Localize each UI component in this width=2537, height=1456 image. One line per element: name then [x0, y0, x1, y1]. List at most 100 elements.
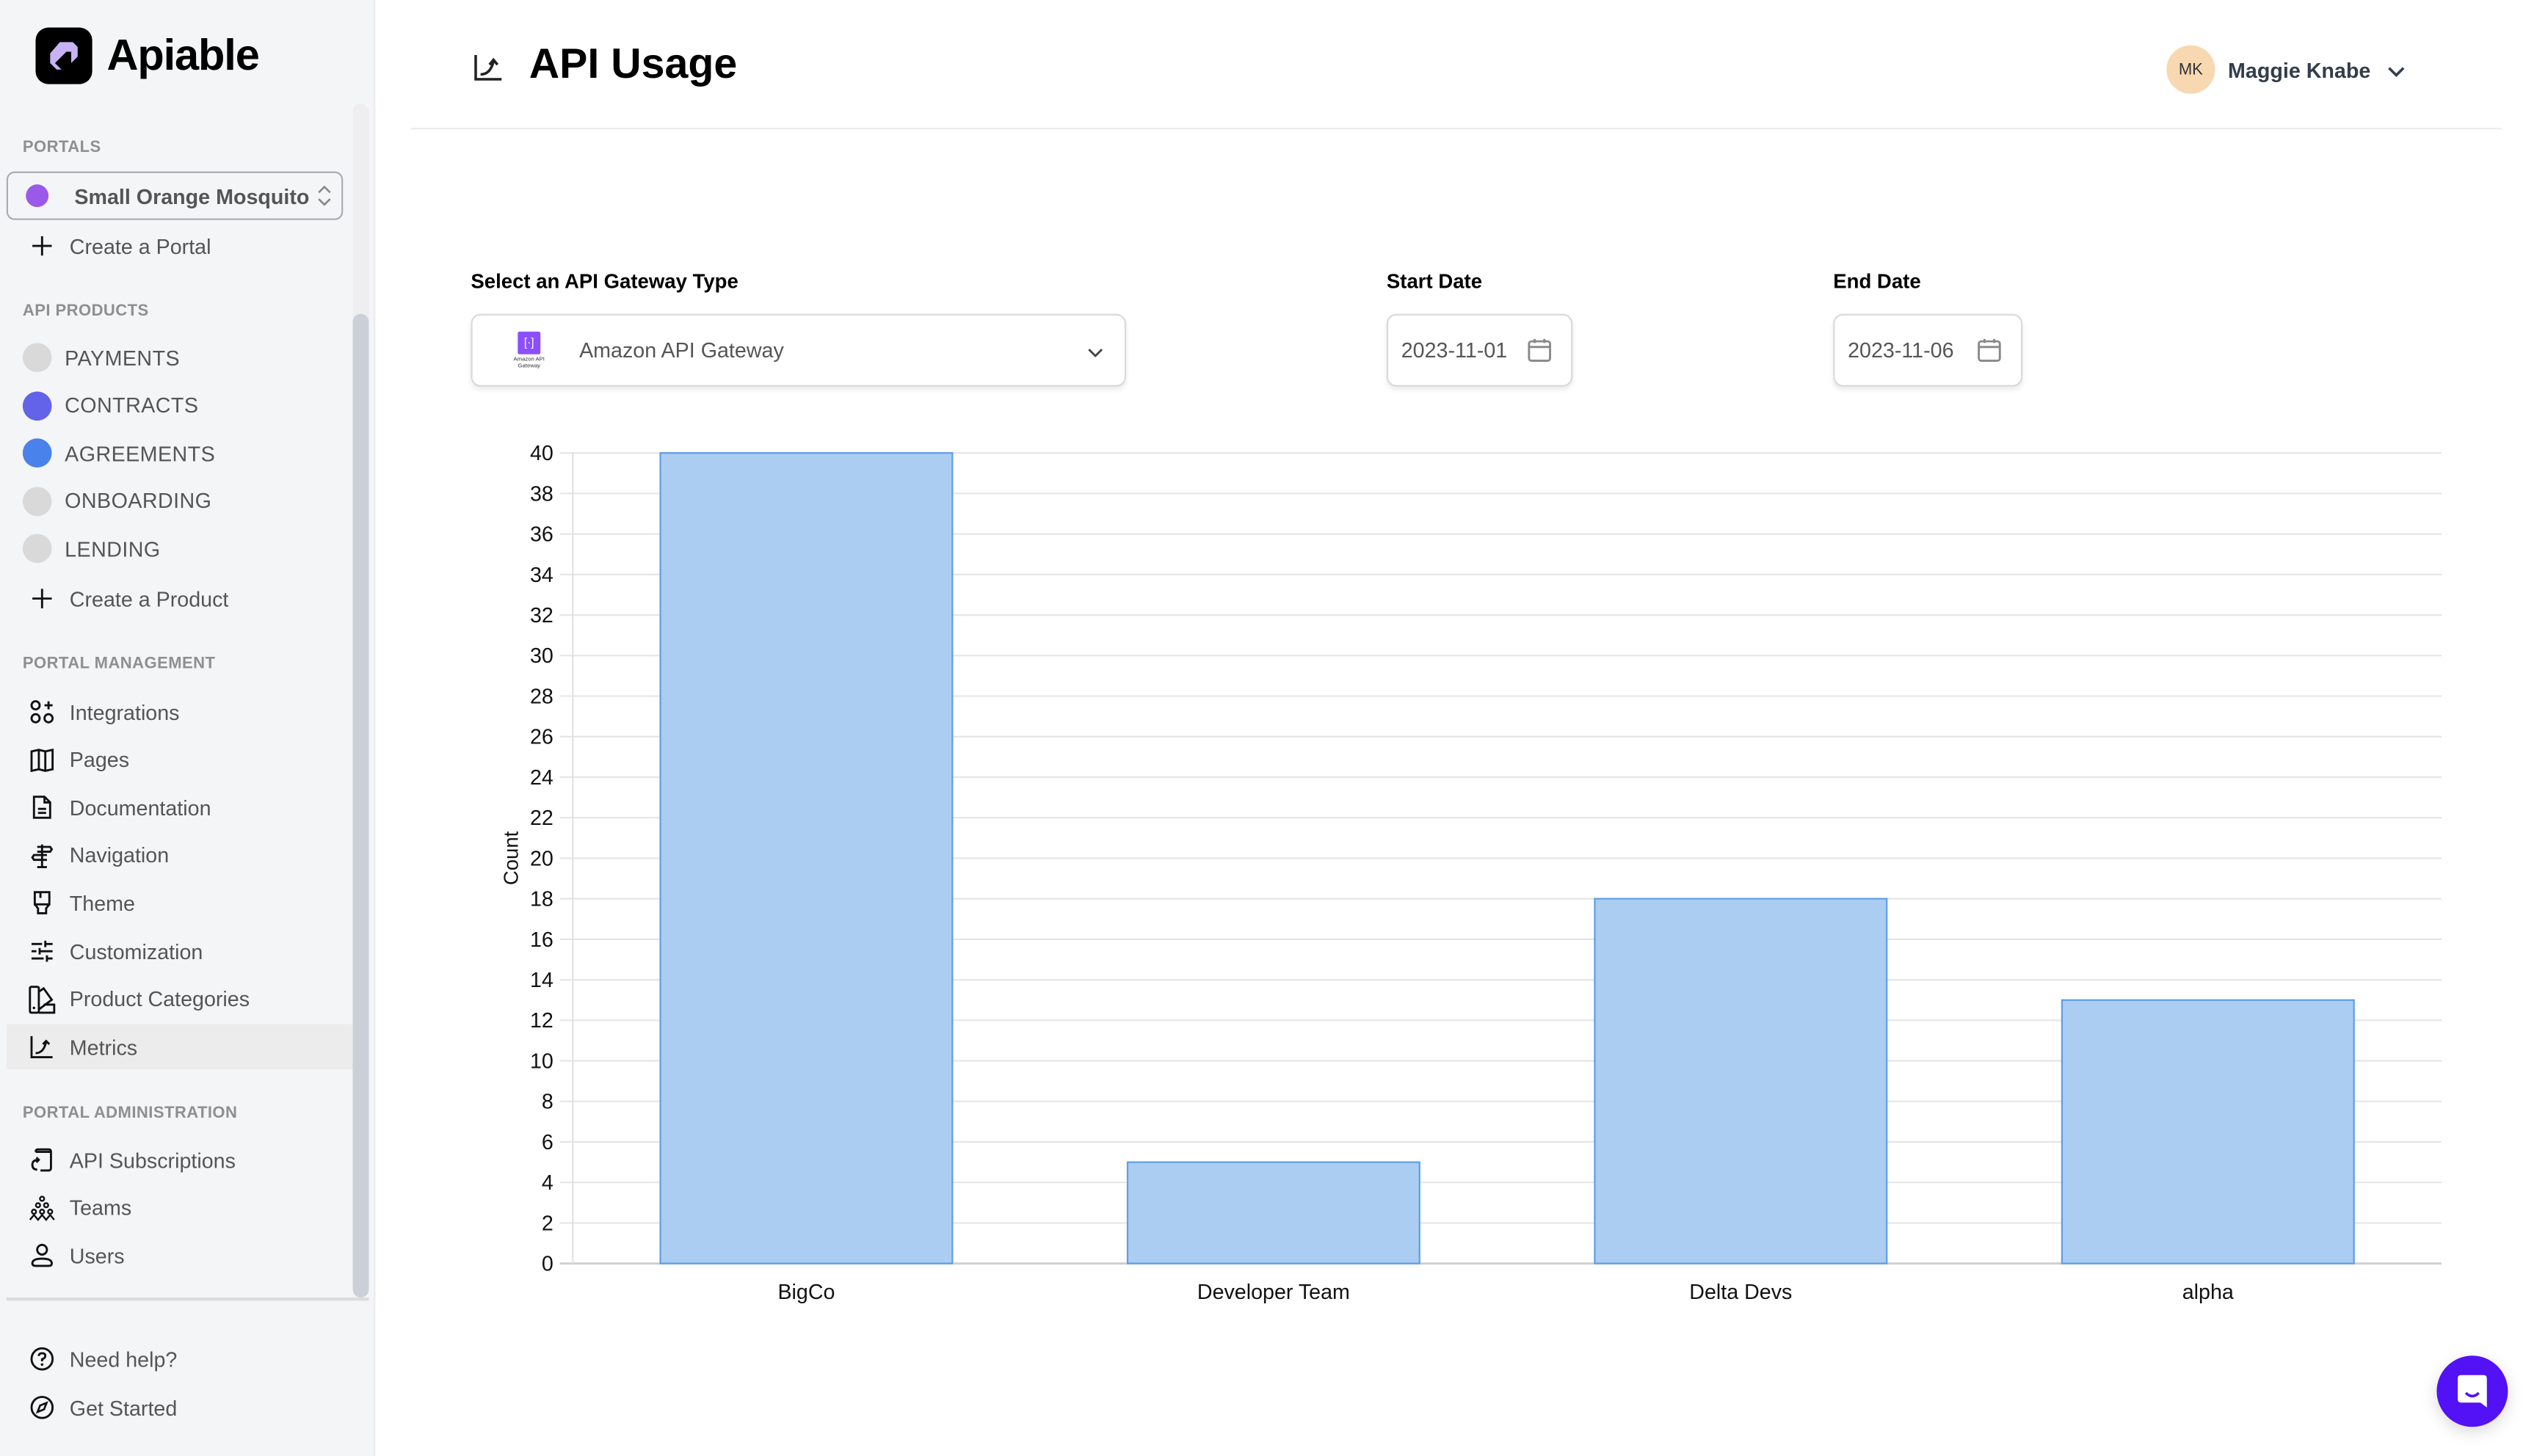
x-tick-label: Delta Devs [1689, 1281, 1792, 1304]
sidebar-item-label: Integrations [69, 699, 180, 724]
bar-alpha[interactable] [2061, 999, 2355, 1264]
avatar: MK [2166, 45, 2215, 94]
start-date-input[interactable]: 2023-11-01 [1386, 313, 1573, 387]
y-tick-label: 36 [530, 523, 554, 547]
sidebar-item-theme[interactable]: Theme [7, 881, 353, 926]
sidebar-item-label: Theme [69, 891, 135, 916]
teams-icon [26, 1192, 58, 1224]
sidebar-item-navigation[interactable]: Navigation [7, 833, 353, 878]
y-tick-label: 38 [530, 482, 554, 506]
chevron-down-icon [1086, 341, 1105, 360]
sidebar-product-lending[interactable]: LENDING [7, 526, 353, 572]
plus-icon [26, 230, 58, 262]
sidebar-item-metrics[interactable]: Metrics [6, 1024, 353, 1070]
portal-management-section-label: PORTAL MANAGEMENT [22, 655, 216, 674]
sidebar-item-label: API Subscriptions [69, 1148, 236, 1173]
end-date-value: 2023-11-06 [1848, 338, 1954, 363]
end-date-label: End Date [1833, 270, 1921, 293]
gateway-type-value: Amazon API Gateway [579, 338, 784, 363]
product-color-dot [22, 534, 52, 564]
sidebar-item-product-categories[interactable]: Product Categories [7, 977, 353, 1022]
x-tick-label: Developer Team [1197, 1281, 1350, 1304]
sidebar-divider [6, 1297, 369, 1301]
sidebar-product-label: AGREEMENTS [65, 441, 216, 466]
sidebar-product-payments[interactable]: PAYMENTS [7, 335, 353, 380]
sidebar-product-agreements[interactable]: AGREEMENTS [7, 431, 353, 476]
bar-delta-devs[interactable] [1594, 898, 1888, 1264]
portal-selector[interactable]: Small Orange Mosquito [6, 171, 344, 220]
chart-up-icon [26, 1031, 58, 1063]
sidebar-product-label: PAYMENTS [65, 345, 181, 370]
y-tick-label: 18 [530, 888, 554, 911]
usage-bar-chart: 0246810121416182022242628303234363840Cou… [499, 442, 2442, 1304]
portal-name: Small Orange Mosquito [74, 183, 310, 208]
create-product-label: Create a Product [69, 586, 229, 611]
chevron-down-icon [2387, 60, 2406, 79]
user-menu[interactable]: MK Maggie Knabe [2166, 45, 2406, 94]
chat-support-button[interactable] [2436, 1355, 2508, 1427]
y-tick-label: 0 [542, 1253, 554, 1276]
sidebar-item-label: Customization [69, 939, 203, 964]
bar-developer-team[interactable] [1126, 1161, 1420, 1264]
y-tick-label: 10 [530, 1049, 554, 1073]
signpost-icon [26, 840, 58, 872]
chevron-up-down-icon [317, 183, 332, 208]
y-tick-label: 4 [542, 1171, 554, 1195]
y-tick-label: 6 [542, 1131, 554, 1154]
brand-logo[interactable]: Apiable [35, 27, 260, 84]
product-color-dot [22, 487, 52, 516]
gateway-type-label: Select an API Gateway Type [471, 270, 738, 293]
plus-icon [26, 583, 58, 615]
create-portal-label: Create a Portal [69, 233, 211, 258]
portal-color-dot [26, 184, 49, 208]
end-date-input[interactable]: 2023-11-06 [1833, 313, 2023, 387]
sidebar-item-integrations[interactable]: Integrations [7, 689, 353, 735]
product-color-dot [22, 390, 52, 421]
amazon-api-gateway-logo: [·] Amazon API Gateway [505, 331, 554, 369]
x-tick-label: BigCo [777, 1281, 835, 1304]
sidebar-item-label: Get Started [69, 1395, 178, 1420]
sidebar-product-label: LENDING [65, 536, 161, 561]
sidebar-item-label: Product Categories [69, 986, 250, 1011]
product-color-dot [22, 343, 52, 373]
chat-icon [2458, 1375, 2487, 1408]
sidebar-item-label: Navigation [69, 843, 170, 868]
portal-administration-section-label: PORTAL ADMINISTRATION [22, 1104, 238, 1123]
sidebar-item-teams[interactable]: Teams [7, 1185, 353, 1231]
start-date-value: 2023-11-01 [1401, 338, 1508, 363]
y-tick-label: 26 [530, 726, 554, 749]
sidebar-product-contracts[interactable]: CONTRACTS [7, 383, 353, 429]
apiable-logo-icon [35, 27, 92, 84]
sidebar-item-get-started[interactable]: Get Started [7, 1385, 353, 1430]
create-product-button[interactable]: Create a Product [7, 576, 353, 622]
sidebar-product-onboarding[interactable]: ONBOARDING [7, 478, 353, 524]
calendar-icon[interactable] [1525, 337, 1553, 364]
sidebar-item-pages[interactable]: Pages [7, 737, 353, 782]
y-tick-label: 16 [530, 928, 554, 952]
sidebar-product-label: ONBOARDING [65, 489, 212, 514]
sidebar-item-users[interactable]: Users [7, 1233, 353, 1278]
sidebar-item-need-help[interactable]: Need help? [7, 1336, 353, 1382]
x-tick-label: alpha [2182, 1281, 2234, 1304]
integrations-icon [26, 696, 58, 728]
gateway-type-select[interactable]: [·] Amazon API Gateway Amazon API Gatewa… [471, 313, 1127, 387]
sidebar-scrollbar-thumb[interactable] [352, 313, 369, 1297]
sidebar-item-api-subscriptions[interactable]: API Subscriptions [7, 1138, 353, 1183]
brand-name: Apiable [106, 30, 259, 80]
create-portal-button[interactable]: Create a Portal [7, 223, 353, 269]
sidebar-item-customization[interactable]: Customization [7, 928, 353, 974]
api-products-section-label: API PRODUCTS [22, 302, 149, 321]
sidebar-item-documentation[interactable]: Documentation [7, 785, 353, 831]
bar-bigco[interactable] [659, 452, 954, 1264]
app-window: Apiable PORTALS Small Orange Mosquito Cr… [0, 0, 2537, 1456]
chart-up-icon [473, 52, 505, 84]
portals-section-label: PORTALS [22, 139, 101, 157]
y-tick-label: 34 [530, 564, 554, 587]
sidebar-item-label: Documentation [69, 795, 211, 820]
user-name: Maggie Knabe [2228, 57, 2371, 82]
product-color-dot [22, 438, 52, 468]
subscriptions-icon [26, 1144, 58, 1176]
document-icon [26, 791, 58, 823]
paintbrush-icon [26, 887, 58, 920]
calendar-icon[interactable] [1975, 337, 2003, 364]
